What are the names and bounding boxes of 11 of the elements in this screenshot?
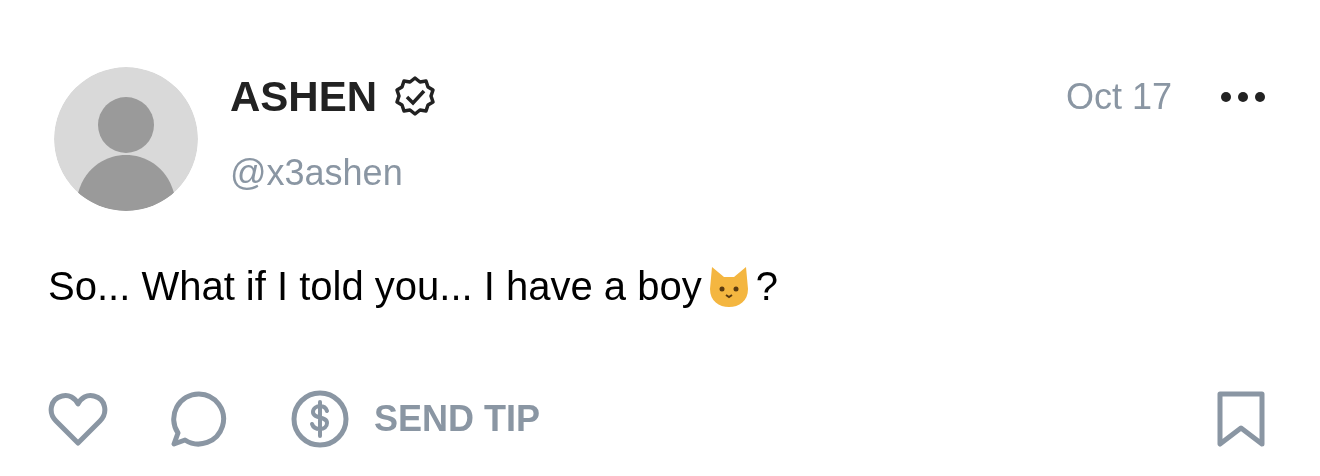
bookmark-icon[interactable] [1216, 390, 1266, 448]
post-text: So... What if I told you... I have a boy [48, 266, 702, 306]
author-handle[interactable]: @x3ashen [230, 155, 438, 191]
post-text-end: ? [755, 266, 778, 306]
more-icon[interactable] [1220, 91, 1266, 103]
send-tip-button[interactable]: SEND TIP [290, 389, 541, 449]
dollar-icon [290, 389, 350, 449]
like-icon[interactable] [48, 391, 108, 447]
post-date: Oct 17 [1065, 79, 1172, 115]
author-name[interactable]: ASHEN [230, 76, 378, 118]
comment-icon[interactable] [170, 390, 228, 448]
